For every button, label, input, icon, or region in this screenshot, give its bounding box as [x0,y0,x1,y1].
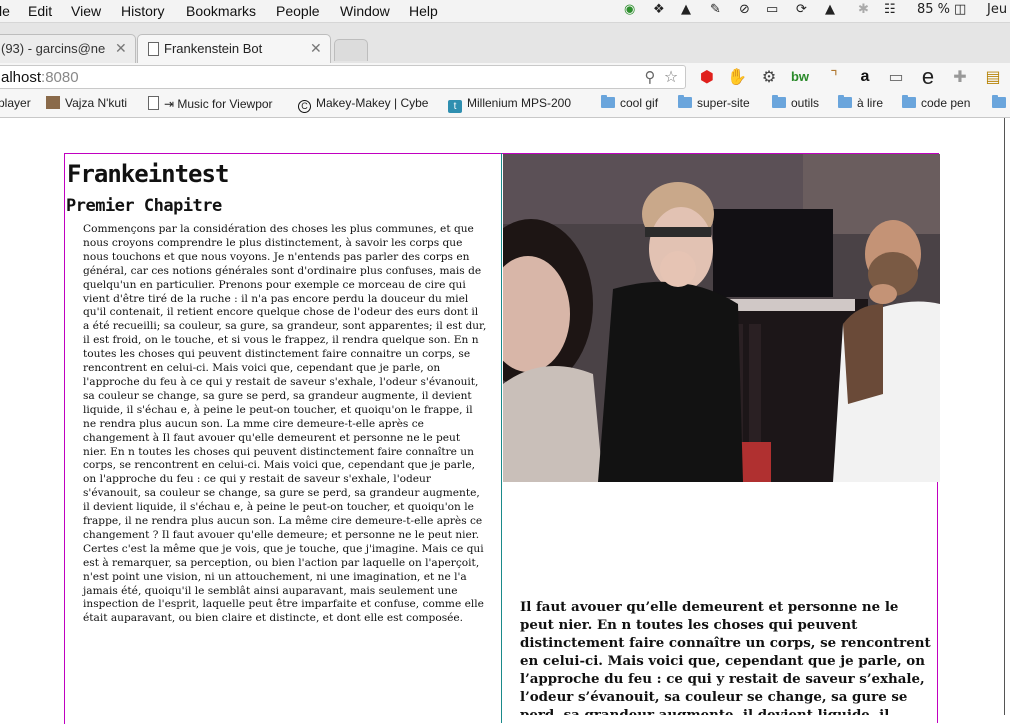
tab-title: (93) - garcins@news [1,41,105,56]
volume-icon[interactable]: ▲ [825,2,835,20]
tab-title: Frankenstein Bot [164,41,263,56]
bookmark-makey[interactable]: C Makey-Makey | Cybe [298,96,428,113]
bookmarks-bar: player Vajza N'kuti ⇥ Music for Viewpor … [0,91,1010,118]
tab-inbox[interactable]: (93) - garcins@news ✕ [0,34,136,63]
chart-extension-icon[interactable]: ▤ [983,67,1003,87]
menu-bar: le Edit View History Bookmarks People Wi… [0,0,1010,23]
menu-window[interactable]: Window [340,3,390,19]
bookmark-millenium[interactable]: t Millenium MPS-200 [448,96,571,113]
text-column: Frankeintest Premier Chapitre Commençons… [64,153,501,724]
bookmark-code-pen[interactable]: code pen [902,95,970,110]
chapter-body: Commençons par la considération des chos… [83,223,487,625]
bluetooth-icon[interactable]: ✱ [858,2,869,20]
folder-icon [601,95,615,108]
do-not-disturb-icon[interactable]: ⊘ [739,2,750,20]
menu-help[interactable]: Help [409,3,438,19]
bookmark-music[interactable]: ⇥ Music for Viewpor [148,96,273,111]
globe-check-icon[interactable]: ◉ [624,2,635,20]
bookmark-a-lire[interactable]: à lire [838,95,883,110]
tab-strip: (93) - garcins@news ✕ Frankenstein Bot ✕ [0,23,1010,63]
column-divider [501,153,502,723]
bookmark-outils[interactable]: outils [772,95,819,110]
tab-frankenstein[interactable]: Frankenstein Bot ✕ [137,34,331,63]
bookmark-player[interactable]: player [0,96,31,110]
dropbox-icon[interactable]: ❖ [653,2,665,20]
amazon-icon[interactable]: a [855,67,875,87]
menu-view[interactable]: View [71,3,101,19]
webcam-video[interactable] [503,154,940,482]
folder-icon [992,95,1006,108]
cast-icon[interactable]: ▭ [886,67,906,87]
image-icon [46,96,60,109]
gear-icon[interactable]: ⚙ [759,67,779,87]
t-icon: t [448,100,462,113]
airplay-icon[interactable]: ▭ [766,2,778,20]
address-bar[interactable]: alhost:8080 ⚲ ☆ [0,65,686,89]
webcam-frame [503,154,940,482]
menu-file[interactable]: le [0,3,10,19]
folder-icon [772,95,786,108]
menu-edit[interactable]: Edit [28,3,52,19]
web-page: Frankeintest Premier Chapitre Commençons… [0,118,1005,724]
close-icon[interactable]: ✕ [310,40,322,57]
e-icon[interactable]: e [918,66,938,88]
url-text[interactable]: alhost:8080 [1,69,79,86]
puzzle-icon[interactable]: ✚ [950,67,970,87]
page-icon [148,42,159,56]
bookmark-vajza[interactable]: Vajza N'kuti [46,96,127,110]
menu-bookmarks[interactable]: Bookmarks [186,3,256,19]
folder-icon [838,95,852,108]
page-icon [148,96,159,110]
bookmark-super-site[interactable]: super-site [678,95,750,110]
menu-history[interactable]: History [121,3,165,19]
zoom-icon[interactable]: ⚲ [640,67,660,87]
battery-percent[interactable]: 85 % [917,2,950,20]
wifi-icon[interactable]: ☷ [884,2,896,20]
time-machine-icon[interactable]: ⟳ [796,2,807,20]
battery-icon[interactable]: ◫ [954,2,966,20]
toolbar: alhost:8080 ⚲ ☆ ⬢ ✋ ⚙ bw ⌝ a ▭ e ✚ ▤ [0,63,1010,91]
hand-icon[interactable]: ✋ [727,67,747,87]
folder-icon [902,95,916,108]
clock[interactable]: Jeu [987,2,1007,20]
bw-icon[interactable]: bw [790,67,810,87]
menu-people[interactable]: People [276,3,320,19]
adblock-icon[interactable]: ⬢ [697,67,717,87]
star-icon[interactable]: ☆ [661,67,681,87]
close-icon[interactable]: ✕ [115,40,127,57]
copyright-icon: C [298,100,311,113]
hat-icon[interactable]: ▲ [681,2,691,20]
new-tab-button[interactable] [334,39,368,61]
highlighted-quote: Il faut avouer qu’elle demeurent et pers… [520,599,931,715]
folder-icon [678,95,692,108]
page-title: Frankeintest [67,160,229,188]
ruler-icon[interactable]: ⌝ [824,67,844,87]
bookmark-overflow-folder[interactable] [992,95,1010,110]
bookmark-cool-gif[interactable]: cool gif [601,95,658,110]
chapter-title: Premier Chapitre [66,196,222,216]
pen-tablet-icon[interactable]: ✎ [710,2,721,20]
